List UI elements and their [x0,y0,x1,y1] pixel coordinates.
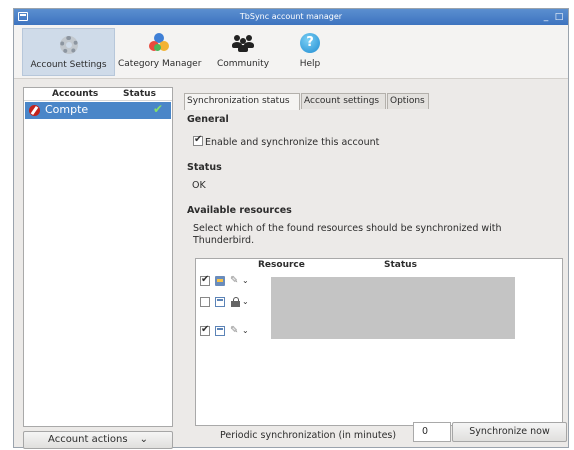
chevron-down-icon[interactable]: ⌄ [242,276,249,286]
tab-options[interactable]: Options [387,93,429,109]
resource-checkbox[interactable] [200,297,210,307]
account-actions-label: Account actions [48,434,128,445]
resource-checkbox[interactable] [200,324,210,336]
periodic-sync-label: Periodic synchronization (in minutes) [220,430,397,441]
status-value: OK [192,180,206,191]
toolbar-community[interactable]: Community [203,28,283,76]
periodic-sync-input[interactable]: 0 [413,422,451,442]
accounts-list-header: Accounts Status [24,88,172,101]
toolbar-account-settings-label: Account Settings [30,60,107,70]
lock-icon [231,297,240,307]
resources-table: Resource Status ✎ ⌄ ⌄ ✎ ⌄ [195,258,563,426]
enable-sync-row[interactable]: Enable and synchronize this account [193,134,380,148]
account-row[interactable]: Compte ✔ [25,102,171,119]
calendar-icon [215,297,225,307]
synchronize-now-button[interactable]: Synchronize now [452,422,567,442]
resource-row[interactable]: ⌄ [200,297,266,309]
resource-row[interactable]: ✎ ⌄ [200,274,266,288]
colored-dots-icon [147,33,171,55]
check-icon: ✔ [152,102,163,116]
window-app-icon [18,12,28,21]
status-heading: Status [187,162,222,173]
people-icon [231,33,255,55]
chevron-down-icon[interactable]: ⌄ [242,297,249,307]
chevron-down-icon: ⌄ [139,434,148,445]
accounts-list: Accounts Status Compte ✔ [23,87,173,427]
toolbar-account-settings[interactable]: Account Settings [22,28,115,76]
window-title: TbSync account manager [239,12,343,21]
status-column-header[interactable]: Status [123,89,156,99]
tab-account-settings[interactable]: Account settings [301,93,386,109]
calendar-icon [215,326,225,336]
toolbar-help[interactable]: ? Help [286,28,334,76]
enable-sync-label: Enable and synchronize this account [205,137,380,148]
toolbar-category-manager[interactable]: Category Manager [118,28,202,76]
chevron-down-icon[interactable]: ⌄ [242,326,249,336]
toolbar-category-manager-label: Category Manager [118,59,202,69]
general-heading: General [187,114,229,125]
account-actions-button[interactable]: Account actions ⌄ [23,431,173,449]
address-book-icon [215,276,225,286]
tab-synchronization-status[interactable]: Synchronization status [184,93,300,110]
redacted-resource-names [271,277,515,339]
title-bar: TbSync account manager _ □ [14,9,568,25]
resource-row[interactable]: ✎ ⌄ [200,324,266,338]
enable-sync-checkbox[interactable] [193,134,203,146]
resource-column-header[interactable]: Resource [258,260,305,270]
resource-checkbox[interactable] [200,274,210,286]
gear-icon [57,34,81,56]
tbsync-window: TbSync account manager _ □ Account Setti… [13,8,570,449]
resources-heading: Available resources [187,205,292,216]
pencil-icon: ✎ [230,275,239,286]
maximize-button[interactable]: □ [553,9,565,25]
resources-description: Select which of the found resources shou… [193,223,502,246]
toolbar-community-label: Community [216,59,270,69]
pencil-icon: ✎ [230,325,239,336]
accounts-column-header[interactable]: Accounts [52,89,98,99]
sync-status-panel: General Enable and synchronize this acco… [184,109,570,449]
account-provider-icon [29,105,40,116]
toolbar-help-label: Help [299,59,321,69]
help-icon: ? [298,33,322,55]
toolbar: Account Settings Category Manager Commun… [14,25,568,79]
account-name: Compte [45,103,89,116]
minimize-button[interactable]: _ [540,9,552,25]
resource-status-column-header[interactable]: Status [384,260,417,270]
